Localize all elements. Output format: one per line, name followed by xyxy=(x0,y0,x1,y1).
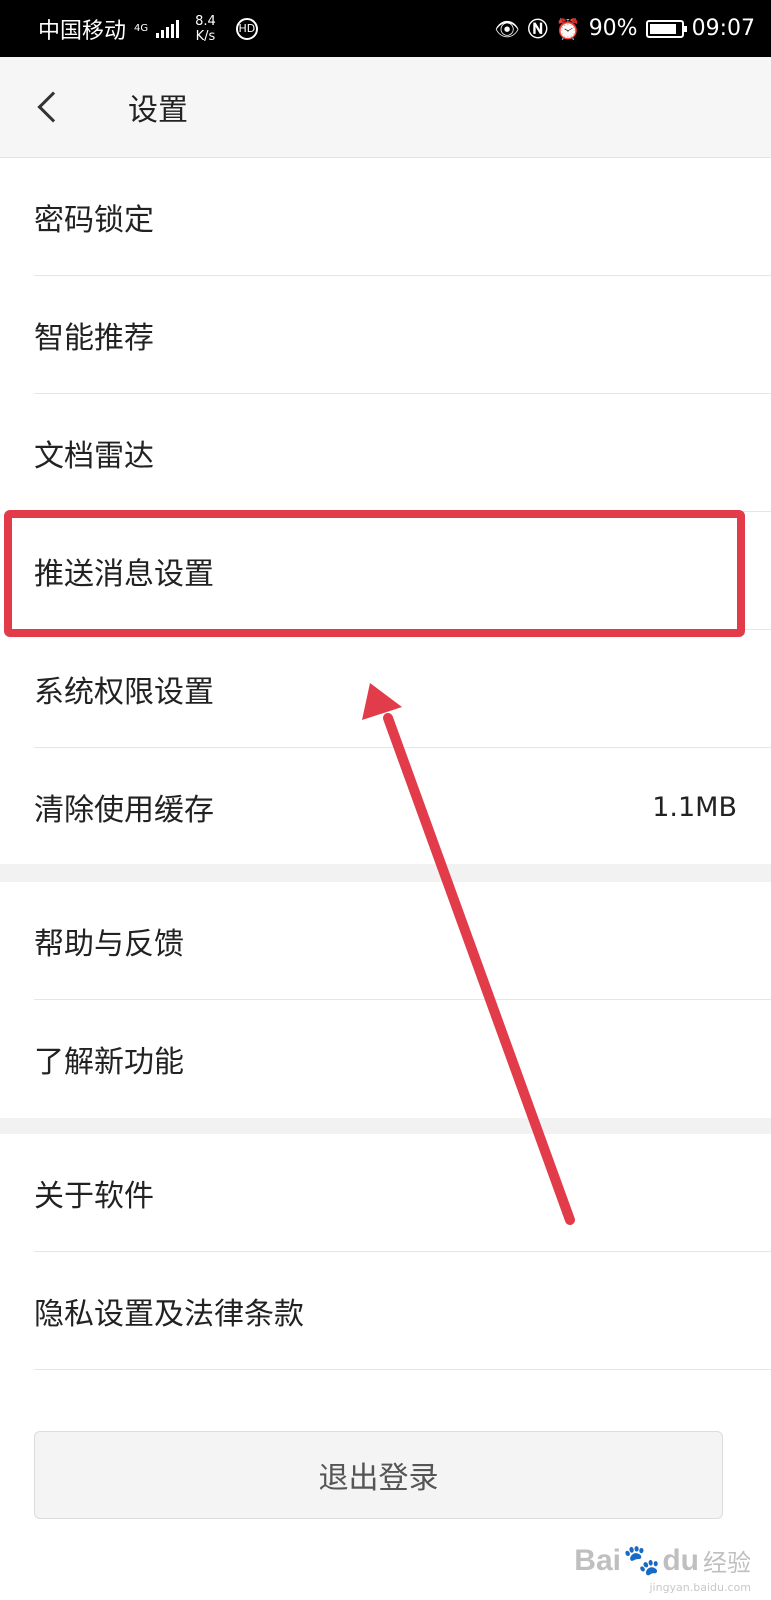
carrier-name: 中国移动 xyxy=(38,18,127,44)
setting-privacy-legal[interactable]: 隐私设置及法律条款 xyxy=(0,1252,771,1370)
setting-label: 了解新功能 xyxy=(34,1045,184,1080)
eye-icon: 👁 xyxy=(494,16,520,41)
setting-about[interactable]: 关于软件 xyxy=(0,1134,771,1252)
setting-label: 帮助与反馈 xyxy=(34,927,184,962)
setting-clear-cache[interactable]: 清除使用缓存 1.1MB xyxy=(0,748,771,866)
settings-group-3: 关于软件 隐私设置及法律条款 xyxy=(0,1134,771,1370)
setting-document-radar[interactable]: 文档雷达 xyxy=(0,394,771,512)
logout-button[interactable]: 退出登录 xyxy=(34,1431,723,1519)
setting-label: 智能推荐 xyxy=(34,321,154,356)
network-speed: 8.4 K/s xyxy=(195,14,216,44)
chevron-left-icon xyxy=(37,91,69,123)
status-right: 👁 Ⓝ ⏰ 90% 09:07 xyxy=(494,16,755,41)
setting-help-feedback[interactable]: 帮助与反馈 xyxy=(0,882,771,1000)
setting-label: 密码锁定 xyxy=(34,203,154,238)
watermark-logo-text-2: du xyxy=(662,1544,699,1577)
setting-label: 关于软件 xyxy=(34,1179,154,1214)
speed-value: 8.4 xyxy=(195,13,216,29)
battery-icon xyxy=(645,19,687,38)
group-divider xyxy=(0,864,771,882)
screen: 中国移动 4G 8.4 K/s HD 👁 Ⓝ ⏰ 90% 09:07 设置 密码… xyxy=(0,0,771,1600)
watermark-url: jingyan.baidu.com xyxy=(649,1581,751,1594)
nfc-icon: Ⓝ xyxy=(527,16,548,41)
battery-level xyxy=(649,23,677,34)
setting-new-features[interactable]: 了解新功能 xyxy=(0,1000,771,1118)
hd-badge-icon: HD xyxy=(235,17,258,40)
setting-smart-recommend[interactable]: 智能推荐 xyxy=(0,276,771,394)
paw-icon: 🐾 xyxy=(622,1543,661,1578)
setting-password-lock[interactable]: 密码锁定 xyxy=(0,158,771,276)
status-bar: 中国移动 4G 8.4 K/s HD 👁 Ⓝ ⏰ 90% 09:07 xyxy=(0,0,771,57)
network-type: 4G xyxy=(134,22,149,34)
setting-label: 系统权限设置 xyxy=(34,675,214,710)
status-left: 中国移动 4G 8.4 K/s HD xyxy=(38,13,258,45)
page-title: 设置 xyxy=(128,93,188,128)
watermark-cn-text: 经验 xyxy=(703,1549,751,1577)
alarm-icon: ⏰ xyxy=(555,16,581,41)
watermark-logo-text: Bai xyxy=(574,1544,621,1577)
back-button[interactable] xyxy=(0,57,110,158)
clock: 09:07 xyxy=(691,16,755,41)
setting-system-permissions[interactable]: 系统权限设置 xyxy=(0,630,771,748)
annotation-highlight-box xyxy=(4,510,745,637)
baidu-watermark: Bai 🐾 du 经验 jingyan.baidu.com xyxy=(574,1543,751,1594)
setting-label: 隐私设置及法律条款 xyxy=(34,1297,304,1332)
battery-percent: 90% xyxy=(588,16,638,41)
settings-group-2: 帮助与反馈 了解新功能 xyxy=(0,882,771,1118)
cache-size: 1.1MB xyxy=(652,791,737,823)
setting-label: 清除使用缓存 xyxy=(34,793,214,828)
setting-label: 文档雷达 xyxy=(34,439,154,474)
speed-unit: K/s xyxy=(195,28,216,44)
app-header: 设置 xyxy=(0,57,771,158)
signal-icon xyxy=(156,19,180,38)
